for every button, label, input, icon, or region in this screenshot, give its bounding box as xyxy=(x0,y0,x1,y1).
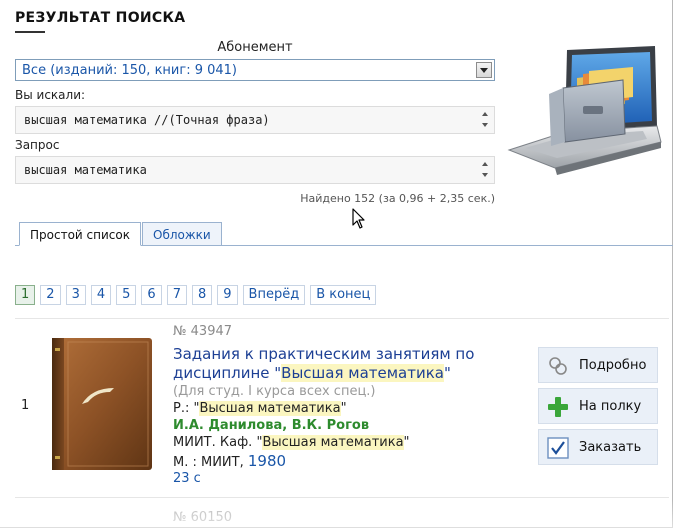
pagination: 1 2 3 4 5 6 7 8 9 Вперёд В конец xyxy=(15,285,377,305)
order-button[interactable]: Заказать xyxy=(538,429,658,465)
title-highlight: Высшая математика xyxy=(281,364,444,382)
page-link[interactable]: 3 xyxy=(65,285,86,305)
page-link[interactable]: 6 xyxy=(141,285,162,305)
details-label: Подробно xyxy=(579,358,647,373)
order-label: Заказать xyxy=(579,440,642,455)
chevron-down-icon[interactable] xyxy=(476,62,492,78)
page-link-current[interactable]: 1 xyxy=(15,285,36,305)
scroll-arrows-icon[interactable] xyxy=(481,159,491,181)
result-divider xyxy=(15,497,669,498)
searched-field[interactable]: высшая математика //(Точная фраза) xyxy=(15,106,495,134)
query-value: высшая математика xyxy=(24,163,147,177)
publisher-text: М. : МИИТ, xyxy=(173,455,244,470)
series-suffix: " xyxy=(340,401,347,416)
title-underline xyxy=(15,31,45,33)
chain-link-icon xyxy=(547,355,569,377)
record-pages: 23 с xyxy=(173,471,201,486)
org-highlight: Высшая математика xyxy=(262,435,404,450)
query-field[interactable]: высшая математика xyxy=(15,156,495,184)
page-link[interactable]: 4 xyxy=(90,285,112,305)
record-series: Р.: "Высшая математика" xyxy=(173,401,347,416)
record-authors[interactable]: И.А. Данилова, В.К. Рогов xyxy=(173,418,369,433)
page-link[interactable]: 9 xyxy=(217,285,238,305)
row-number: 1 xyxy=(21,398,30,413)
subscription-select[interactable]: Все (изданий: 150, книг: 9 041) xyxy=(15,59,495,81)
tab-covers[interactable]: Обложки xyxy=(142,222,222,246)
tab-simple-list[interactable]: Простой список xyxy=(19,222,141,246)
org-prefix: МИИТ. Каф. " xyxy=(173,435,263,450)
record-note: (Для студ. I курса всех спец.) xyxy=(173,384,376,399)
query-label: Запрос xyxy=(15,138,60,152)
laptop-drawer-icon xyxy=(505,42,665,182)
record-title-link[interactable]: Задания к практическим занятиям по дисци… xyxy=(173,345,518,383)
page-link[interactable]: 7 xyxy=(166,285,187,305)
book-cover-icon[interactable] xyxy=(52,338,154,472)
record-id: № 43947 xyxy=(173,324,233,339)
record-publisher: М. : МИИТ, 1980 xyxy=(173,452,286,470)
checkbox-check-icon xyxy=(547,437,569,459)
next-page-button[interactable]: Вперёд xyxy=(242,285,306,305)
details-button[interactable]: Подробно xyxy=(538,347,658,383)
page-link[interactable]: 5 xyxy=(116,285,137,305)
mouse-cursor-icon xyxy=(352,208,366,234)
record-organization: МИИТ. Каф. "Высшая математика" xyxy=(173,435,410,450)
page-link[interactable]: 8 xyxy=(191,285,213,305)
plus-icon xyxy=(547,396,569,418)
series-highlight: Высшая математика xyxy=(199,401,341,416)
add-to-shelf-label: На полку xyxy=(579,399,642,414)
add-to-shelf-button[interactable]: На полку xyxy=(538,388,658,424)
series-prefix: Р.: " xyxy=(173,401,200,416)
record-year[interactable]: 1980 xyxy=(248,452,286,470)
scroll-arrows-icon[interactable] xyxy=(481,109,491,131)
subscription-selected-value: Все (изданий: 150, книг: 9 041) xyxy=(22,63,238,78)
last-page-button[interactable]: В конец xyxy=(310,285,377,305)
found-count: Найдено 152 (за 0,96 + 2,35 сек.) xyxy=(300,192,495,205)
searched-label: Вы искали: xyxy=(15,88,86,102)
title-text-end: " xyxy=(443,364,451,382)
fade-overlay xyxy=(0,500,673,528)
org-suffix: " xyxy=(403,435,410,450)
result-divider xyxy=(15,318,669,319)
searched-value: высшая математика //(Точная фраза) xyxy=(24,113,270,127)
subscription-label: Абонемент xyxy=(217,40,293,55)
page-title: РЕЗУЛЬТАТ ПОИСКА xyxy=(15,10,186,26)
page-link[interactable]: 2 xyxy=(40,285,61,305)
